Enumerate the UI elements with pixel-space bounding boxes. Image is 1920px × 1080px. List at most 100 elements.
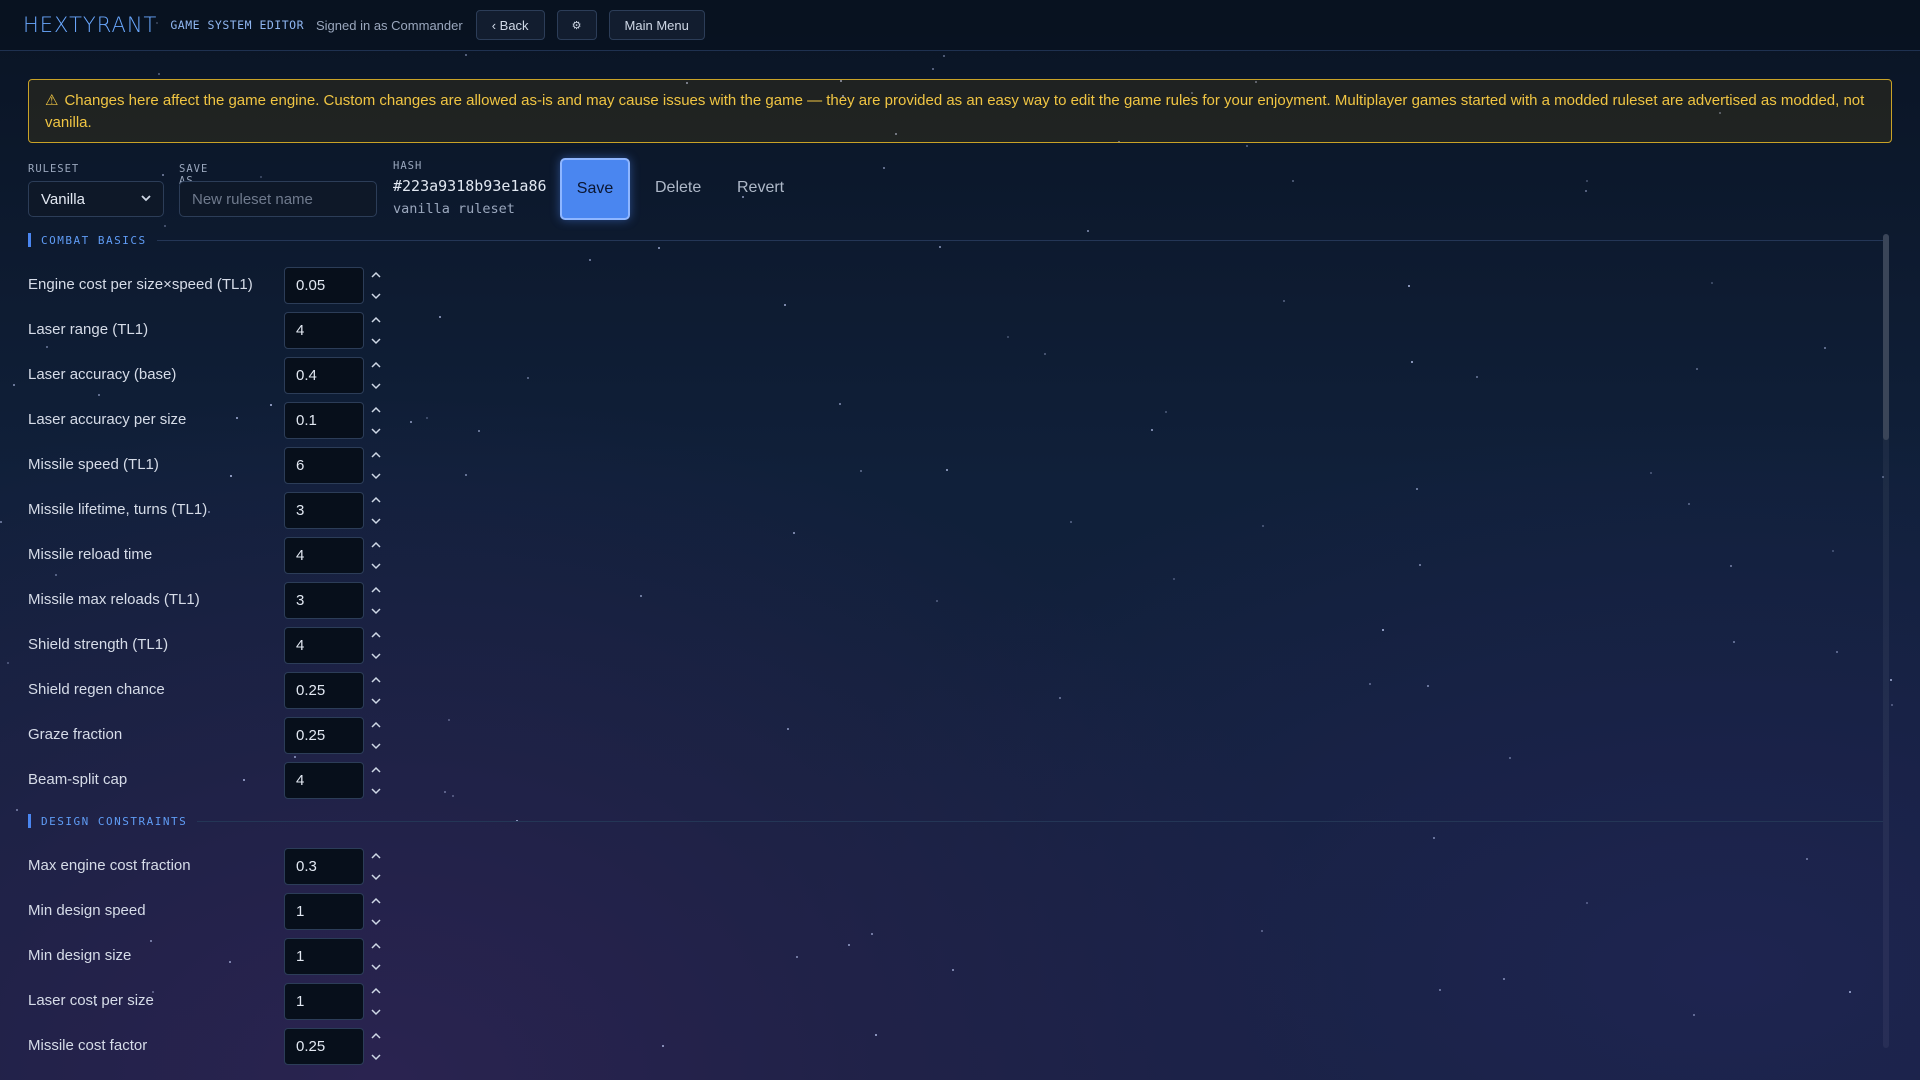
revert-button[interactable]: Revert [737, 179, 784, 197]
warning-icon: ⚠ [45, 92, 59, 109]
setting-row: Shield strength (TL1) 4 [28, 627, 428, 665]
setting-label: Beam-split cap [28, 771, 128, 788]
app-logo: HEXTYRANT [23, 13, 158, 37]
setting-number-input[interactable]: 0.4 [284, 357, 364, 394]
gear-icon: ⚙ [571, 19, 582, 32]
spinner-arrows-icon[interactable] [369, 985, 383, 1018]
delete-button[interactable]: Delete [655, 179, 701, 197]
setting-number-input[interactable]: 4 [284, 537, 364, 574]
star-dot [164, 225, 166, 227]
star-dot [158, 73, 160, 75]
setting-label: Laser cost per size [28, 992, 154, 1009]
star-dot [1890, 679, 1892, 681]
setting-row: Laser accuracy per size 0.1 [28, 402, 428, 440]
star-dot [7, 662, 9, 664]
setting-row: Min design size 1 [28, 938, 428, 976]
star-dot [1246, 145, 1248, 147]
ruleset-select[interactable]: Vanilla [28, 181, 164, 217]
setting-label: Missile speed (TL1) [28, 456, 159, 473]
section-title: DESIGN CONSTRAINTS [41, 814, 188, 828]
setting-number-input[interactable]: 4 [284, 762, 364, 799]
spinner-arrows-icon[interactable] [369, 314, 383, 347]
star-dot [1891, 704, 1893, 706]
setting-row: Laser cost per size 1 [28, 983, 428, 1021]
star-dot [0, 521, 2, 523]
star-dot [1586, 180, 1588, 182]
setting-number-input[interactable]: 4 [284, 312, 364, 349]
setting-label: Shield strength (TL1) [28, 636, 169, 653]
spinner-arrows-icon[interactable] [369, 539, 383, 572]
setting-row: Missile lifetime, turns (TL1) 3 [28, 492, 428, 530]
section-divider [156, 239, 1883, 241]
signed-in-status: Signed in as Commander [316, 17, 463, 33]
setting-number-input[interactable]: 3 [284, 582, 364, 619]
setting-row: Min design speed 1 [28, 893, 428, 931]
setting-label: Missile reload time [28, 546, 153, 563]
star-dot [883, 167, 885, 169]
spinner-arrows-icon[interactable] [369, 719, 383, 752]
setting-row: Laser accuracy (base) 0.4 [28, 357, 428, 395]
spinner-arrows-icon[interactable] [369, 895, 383, 928]
star-dot [1585, 190, 1587, 192]
star-dot [162, 174, 164, 176]
scrollbar-thumb[interactable] [1883, 234, 1889, 440]
setting-number-input[interactable]: 0.3 [284, 848, 364, 885]
setting-row: Engine cost per size×speed (TL1) 0.05 [28, 267, 428, 305]
setting-row: Shield regen chance 0.25 [28, 672, 428, 710]
setting-number-input[interactable]: 1 [284, 893, 364, 930]
section-title: COMBAT BASICS [41, 233, 147, 247]
back-button[interactable]: ‹ Back [475, 10, 545, 40]
spinner-arrows-icon[interactable] [369, 674, 383, 707]
setting-row: Graze fraction 0.25 [28, 717, 428, 755]
setting-number-input[interactable]: 1 [284, 983, 364, 1020]
star-dot [943, 55, 945, 57]
spinner-arrows-icon[interactable] [369, 584, 383, 617]
setting-label: Laser range (TL1) [28, 321, 149, 338]
spinner-arrows-icon[interactable] [369, 359, 383, 392]
scrollbar[interactable] [1883, 234, 1889, 1048]
setting-label: Shield regen chance [28, 681, 165, 698]
setting-number-input[interactable]: 0.05 [284, 267, 364, 304]
spinner-arrows-icon[interactable] [369, 764, 383, 797]
setting-number-input[interactable]: 1 [284, 938, 364, 975]
spinner-arrows-icon[interactable] [369, 494, 383, 527]
warning-banner: ⚠ Changes here affect the game engine. Cu… [28, 79, 1892, 143]
spinner-arrows-icon[interactable] [369, 449, 383, 482]
setting-label: Missile max reloads (TL1) [28, 591, 200, 608]
setting-number-input[interactable]: 4 [284, 627, 364, 664]
spinner-arrows-icon[interactable] [369, 1030, 383, 1063]
section-header-combat-basics: COMBAT BASICS [28, 232, 1883, 248]
setting-number-input[interactable]: 0.25 [284, 717, 364, 754]
setting-number-input[interactable]: 0.25 [284, 1028, 364, 1065]
main-menu-button[interactable]: Main Menu [608, 10, 705, 40]
star-dot [260, 176, 262, 178]
spinner-arrows-icon[interactable] [369, 269, 383, 302]
setting-row: Missile max reloads (TL1) 3 [28, 582, 428, 620]
save-button[interactable]: Save [560, 158, 630, 220]
ruleset-label: RULESET [28, 163, 80, 175]
spinner-arrows-icon[interactable] [369, 629, 383, 662]
setting-number-input[interactable]: 6 [284, 447, 364, 484]
setting-number-input[interactable]: 0.1 [284, 402, 364, 439]
page-subtitle: GAME SYSTEM EDITOR [170, 18, 304, 32]
chevron-down-icon [141, 195, 151, 202]
settings-button[interactable]: ⚙ [556, 10, 597, 40]
setting-label: Laser accuracy (base) [28, 366, 177, 383]
ruleset-selected-value: Vanilla [41, 190, 85, 208]
setting-label: Laser accuracy per size [28, 411, 187, 428]
top-bar: HEXTYRANT GAME SYSTEM EDITOR Signed in a… [0, 0, 1920, 51]
spinner-arrows-icon[interactable] [369, 850, 383, 883]
section-header-design-constraints: DESIGN CONSTRAINTS [28, 813, 1883, 829]
setting-number-input[interactable]: 3 [284, 492, 364, 529]
setting-label: Min design speed [28, 902, 146, 919]
section-divider [197, 820, 1883, 822]
setting-row: Beam-split cap 4 [28, 762, 428, 800]
setting-row: Missile reload time 4 [28, 537, 428, 575]
setting-number-input[interactable]: 0.25 [284, 672, 364, 709]
save-as-input[interactable] [179, 181, 377, 217]
star-dot [1292, 180, 1294, 182]
spinner-arrows-icon[interactable] [369, 404, 383, 437]
spinner-arrows-icon[interactable] [369, 940, 383, 973]
settings-scroll-area[interactable]: COMBAT BASICS Engine cost per size×speed… [28, 232, 1888, 1080]
setting-label: Graze fraction [28, 726, 123, 743]
